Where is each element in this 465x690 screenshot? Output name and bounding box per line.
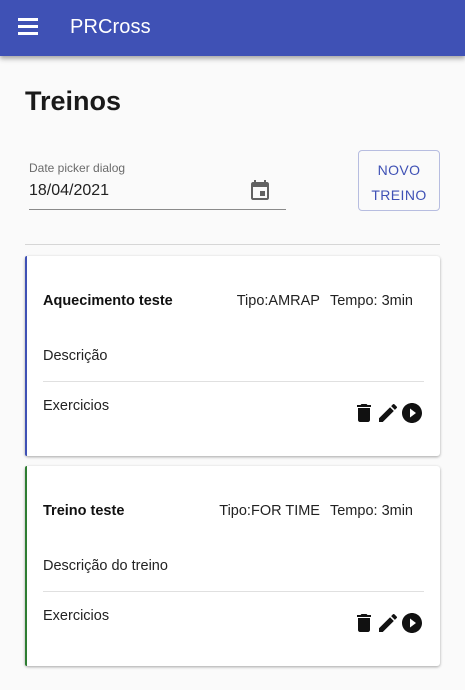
divider [25,244,440,245]
card-divider [43,591,424,592]
edit-icon[interactable] [376,611,400,635]
delete-icon[interactable] [352,401,376,425]
workout-exercises: Exercicios [43,608,110,624]
workout-card: Treino teste Tipo:FOR TIME Tempo: 3min De… [25,466,440,666]
page-title: Treinos [25,86,122,116]
play-circle-icon[interactable] [400,611,424,635]
workout-exercises: Exercicios [43,398,110,414]
menu-icon[interactable] [18,18,40,36]
workout-card: Aquecimento teste Tipo:AMRAP Tempo: 3min … [25,256,440,456]
workout-type: Tipo:FOR TIME [219,503,320,519]
card-accent-bar [25,256,27,456]
card-divider [43,381,424,382]
card-actions [352,401,424,425]
workout-description: Descrição [43,348,108,364]
date-picker-value[interactable]: 18/04/2021 [29,182,109,200]
new-workout-button-line2: TREINO [371,187,427,203]
workout-name: Aquecimento teste [43,293,173,309]
new-workout-button[interactable]: NOVO TREINO [358,150,440,211]
date-picker-field[interactable]: Date picker dialog 18/04/2021 [29,160,286,210]
card-actions [352,611,424,635]
workout-type: Tipo:AMRAP [236,293,320,309]
app-bar: PRCross [0,0,465,56]
workout-description: Descrição do treino [43,558,168,574]
workout-time: Tempo: 3min [329,503,413,519]
app-title: PRCross [70,16,151,38]
delete-icon[interactable] [352,611,376,635]
workout-meta: Tipo:FOR TIME Tempo: 3min [219,503,413,519]
card-accent-bar [25,466,27,666]
play-circle-icon[interactable] [400,401,424,425]
new-workout-button-line1: NOVO [377,162,421,178]
edit-icon[interactable] [376,401,400,425]
workout-name: Treino teste [43,503,125,519]
workout-meta: Tipo:AMRAP Tempo: 3min [237,293,413,309]
calendar-icon[interactable] [248,179,272,203]
workout-time: Tempo: 3min [329,293,413,309]
date-picker-label: Date picker dialog [29,161,126,175]
